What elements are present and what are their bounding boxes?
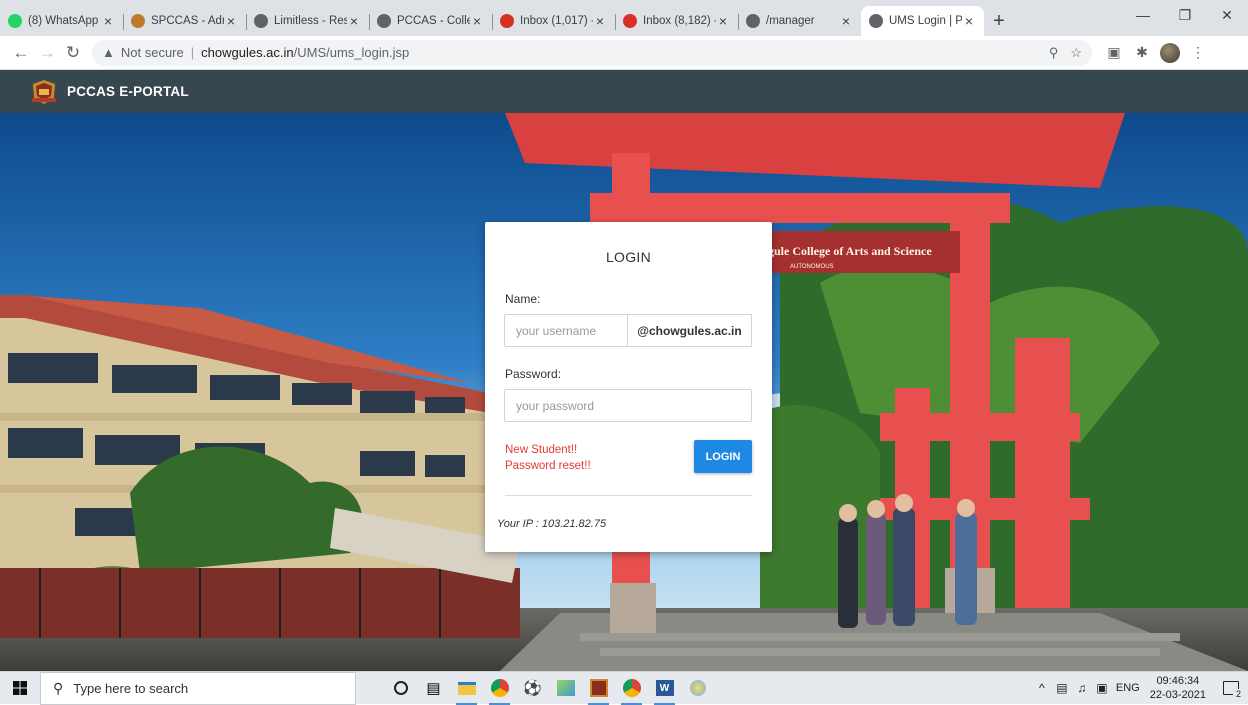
key-icon[interactable]: ⚲ [1049, 45, 1059, 61]
globe-icon [746, 14, 760, 28]
card-divider [505, 495, 752, 496]
notification-center-icon[interactable]: 2 [1214, 672, 1248, 705]
restore-button[interactable]: ❐ [1164, 0, 1206, 30]
tab-close-icon[interactable]: × [962, 13, 976, 29]
tab-title: Inbox (1,017) - [520, 15, 593, 27]
tab-close-icon[interactable]: × [470, 13, 484, 29]
menu-kebab-icon[interactable]: ⋮ [1184, 40, 1212, 66]
chrome-alt-icon[interactable] [615, 672, 648, 705]
password-label: Password: [505, 367, 562, 381]
network-icon[interactable]: ▤ [1053, 681, 1071, 695]
tab-title: Inbox (8,182) - [643, 15, 716, 27]
extension-icon[interactable]: ▣ [1100, 40, 1128, 66]
search-icon: ⚲ [53, 679, 64, 696]
close-window-button[interactable]: ✕ [1206, 0, 1248, 30]
site-brand: PCCAS E-PORTAL [67, 84, 189, 99]
site-header: PCCAS E-PORTAL [0, 70, 1248, 113]
back-icon[interactable]: ← [8, 40, 34, 66]
browser-tab[interactable]: Inbox (8,182) - × [615, 6, 738, 36]
password-input[interactable] [504, 389, 752, 422]
domain-suffix: @chowgules.ac.in [627, 314, 752, 347]
url-host: chowgules.ac.in [201, 45, 294, 60]
tab-title: SPCCAS - Adm [151, 15, 224, 27]
task-view-icon[interactable]: ▤ [417, 672, 450, 705]
college-logo-icon [32, 79, 56, 104]
word-icon[interactable]: W [648, 672, 681, 705]
browser-tab[interactable]: SPCCAS - Adm × [123, 6, 246, 36]
file-explorer-icon[interactable] [450, 672, 483, 705]
gmail-icon [500, 14, 514, 28]
new-tab-button[interactable]: + [984, 6, 1014, 36]
login-card: LOGIN Name: @chowgules.ac.in Password: N… [485, 222, 772, 552]
globe-icon [377, 14, 391, 28]
globe-icon [869, 14, 883, 28]
taskbar-search-placeholder: Type here to search [73, 680, 189, 696]
windows-logo-icon [13, 681, 27, 695]
language-indicator[interactable]: ENG [1116, 682, 1140, 694]
window-controls: — ❐ ✕ [1122, 0, 1248, 30]
windows-start-button[interactable] [0, 672, 40, 705]
warning-icon: ▲ [102, 45, 115, 60]
browser-tab[interactable]: PCCAS - Colle × [369, 6, 492, 36]
login-button[interactable]: LOGIN [694, 440, 752, 473]
cortana-icon[interactable] [384, 672, 417, 705]
paint-icon[interactable] [549, 672, 582, 705]
tab-title: Limitless - Res [274, 15, 347, 27]
tab-close-icon[interactable]: × [839, 13, 853, 29]
login-title: LOGIN [605, 249, 652, 265]
profile-avatar[interactable] [1156, 40, 1184, 66]
tab-close-icon[interactable]: × [101, 13, 115, 29]
address-bar[interactable]: ▲ Not secure | chowgules.ac.in/UMS/ums_l… [92, 39, 1092, 66]
help-links: New Student!! Password reset!! [505, 442, 591, 474]
taskbar-clock[interactable]: 09:46:34 22-03-2021 [1150, 674, 1206, 702]
password-reset-link[interactable]: Password reset!! [505, 458, 591, 474]
reload-icon[interactable]: ↻ [60, 40, 86, 66]
browser-tab[interactable]: Inbox (1,017) - × [492, 6, 615, 36]
forward-icon[interactable]: → [34, 40, 60, 66]
globe-icon [254, 14, 268, 28]
tab-close-icon[interactable]: × [716, 13, 730, 29]
tab-close-icon[interactable]: × [224, 13, 238, 29]
security-status: Not secure [120, 45, 184, 60]
system-tray: ^ ▤ ♫ ▣ ENG 09:46:34 22-03-2021 2 [1032, 672, 1248, 705]
volume-icon[interactable]: ♫ [1073, 681, 1091, 695]
browser-tab[interactable]: (8) WhatsApp × [0, 6, 123, 36]
windows-taskbar: ⚲ Type here to search ▤ ⚽ W ^ ▤ ♫ ▣ ENG … [0, 671, 1248, 705]
browser-tab[interactable]: /manager × [738, 6, 861, 36]
chrome-icon[interactable] [483, 672, 516, 705]
ip-address-text: Your IP : 103.21.82.75 [497, 518, 607, 530]
svg-text:AUTONOMOUS: AUTONOMOUS [790, 264, 834, 270]
tab-title: /manager [766, 15, 815, 27]
whatsapp-icon [8, 14, 22, 28]
browser-tab[interactable]: Limitless - Res × [246, 6, 369, 36]
username-input[interactable] [504, 314, 628, 347]
tab-close-icon[interactable]: × [593, 13, 607, 29]
show-hidden-icons-chevron-icon[interactable]: ^ [1033, 681, 1051, 695]
url-path: /UMS/ums_login.jsp [293, 45, 410, 60]
tab-title: UMS Login | P [889, 15, 962, 27]
tab-close-icon[interactable]: × [347, 13, 361, 29]
name-label: Name: [505, 292, 541, 306]
browser-tab[interactable]: UMS Login | P × [861, 6, 984, 36]
college-crest-icon [131, 14, 145, 28]
minimize-button[interactable]: — [1122, 0, 1164, 30]
new-student-link[interactable]: New Student!! [505, 442, 591, 458]
soccer-ball-icon[interactable]: ⚽ [516, 672, 549, 705]
tab-title: PCCAS - Colle [397, 15, 470, 27]
display-icon[interactable]: ▣ [1093, 681, 1111, 695]
browser-tab-strip: (8) WhatsApp × SPCCAS - Adm × Limitless - Re… [0, 0, 1248, 36]
paint3d-icon[interactable] [681, 672, 714, 705]
svg-text:gule College of Arts and Scien: gule College of Arts and Science [768, 244, 932, 258]
taskbar-apps: ▤ ⚽ W [384, 672, 714, 705]
clock-date: 22-03-2021 [1149, 689, 1206, 701]
extensions-puzzle-icon[interactable]: ✱ [1128, 40, 1156, 66]
bookmark-star-icon[interactable]: ☆ [1070, 45, 1082, 61]
tab-title: (8) WhatsApp [28, 15, 99, 27]
taskbar-search-box[interactable]: ⚲ Type here to search [40, 671, 356, 705]
crest-app-icon[interactable] [582, 672, 615, 705]
browser-toolbar: ← → ↻ ▲ Not secure | chowgules.ac.in/UMS… [0, 36, 1248, 70]
notification-count: 2 [1233, 689, 1244, 700]
clock-time: 09:46:34 [1156, 675, 1200, 687]
gmail-icon [623, 14, 637, 28]
